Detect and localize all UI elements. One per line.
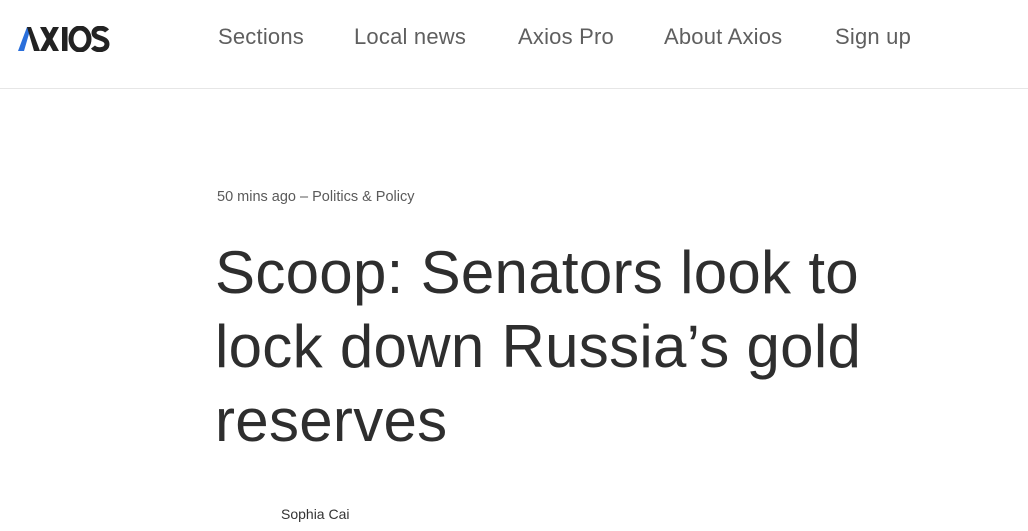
nav-about-axios[interactable]: About Axios bbox=[664, 24, 782, 50]
article-meta: 50 mins ago – Politics & Policy bbox=[217, 189, 414, 205]
site-header: Sections Local news Axios Pro About Axio… bbox=[0, 0, 1028, 89]
nav-sections[interactable]: Sections bbox=[218, 24, 304, 50]
article-headline: Scoop: Senators look to lock down Russia… bbox=[215, 239, 862, 454]
meta-separator: – bbox=[300, 189, 309, 205]
article-timestamp: 50 mins ago bbox=[217, 189, 296, 205]
nav-sign-up[interactable]: Sign up bbox=[835, 24, 911, 50]
article-category-link[interactable]: Politics & Policy bbox=[312, 189, 414, 205]
nav-axios-pro[interactable]: Axios Pro bbox=[518, 24, 614, 50]
nav-local-news[interactable]: Local news bbox=[354, 24, 466, 50]
main-nav: Sections Local news Axios Pro About Axio… bbox=[0, 0, 1028, 78]
article-byline: Sophia Cai bbox=[281, 506, 350, 522]
author-link[interactable]: Sophia Cai bbox=[281, 506, 350, 522]
